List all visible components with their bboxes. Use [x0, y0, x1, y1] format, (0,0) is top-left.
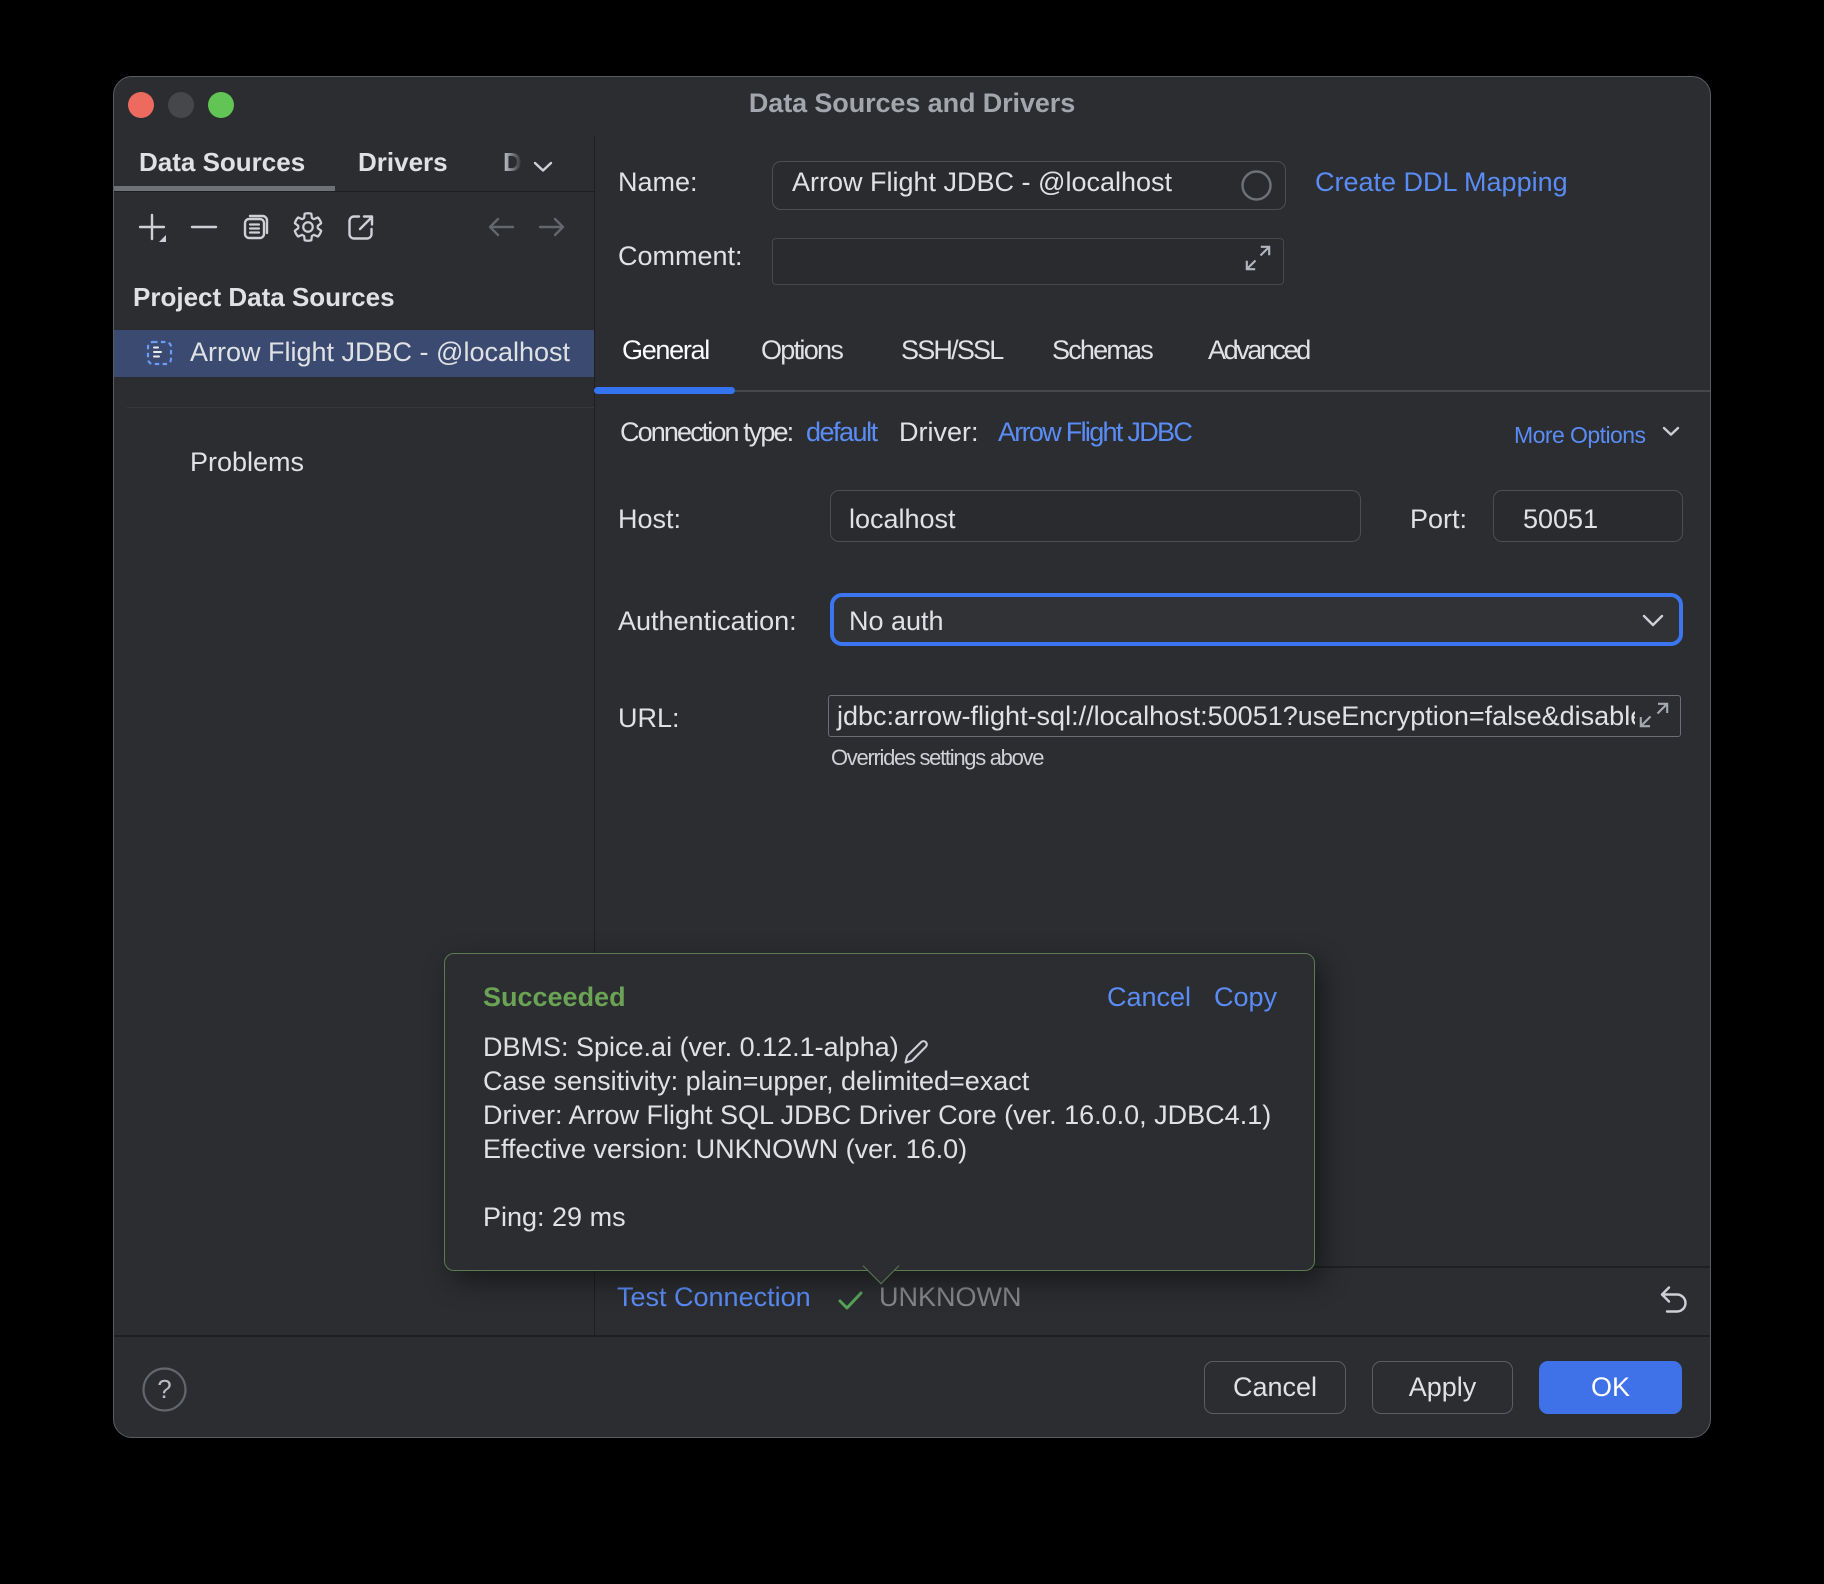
- svg-text:?: ?: [157, 1374, 171, 1404]
